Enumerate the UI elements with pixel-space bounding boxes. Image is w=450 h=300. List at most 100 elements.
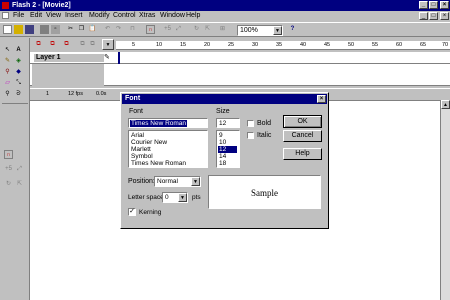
maximize-button[interactable]: □ xyxy=(429,1,438,9)
size-list[interactable]: 9 10 12 14 18 xyxy=(216,130,240,168)
lasso-tool-icon[interactable]: ᘐ xyxy=(14,90,23,99)
menu-view[interactable]: View xyxy=(46,11,61,21)
list-item[interactable]: 18 xyxy=(219,160,226,167)
brush-tool-icon[interactable]: ⚲ xyxy=(3,68,12,77)
list-item[interactable]: Arial xyxy=(131,132,144,139)
snap-magnet-icon[interactable]: ∩ xyxy=(4,150,13,159)
open-folder-icon[interactable] xyxy=(14,25,23,34)
symbol-icon[interactable]: ⧉ xyxy=(48,40,57,49)
list-item-selected[interactable]: 12 xyxy=(218,146,237,153)
help-label: Help xyxy=(295,150,310,157)
smooth-modifier-icon[interactable]: +5 xyxy=(4,165,13,174)
help-button[interactable]: Help xyxy=(283,148,322,160)
document-icon[interactable] xyxy=(2,12,9,19)
zoom-tool-icon[interactable]: ⚲ xyxy=(3,90,12,99)
timeline-menu-button[interactable]: ▼ xyxy=(102,39,114,50)
magnet-icon[interactable]: ∩ xyxy=(146,25,155,34)
menu-help[interactable]: Help xyxy=(186,11,200,21)
undo-icon[interactable]: ↶ xyxy=(103,25,112,34)
align-icon[interactable]: ⊞ xyxy=(218,25,227,34)
dialog-close-button[interactable]: × xyxy=(317,95,326,103)
layer-name-column xyxy=(32,64,104,86)
palette-divider xyxy=(2,103,28,104)
cut-icon[interactable]: ✂ xyxy=(66,25,75,34)
size-input[interactable]: 12 xyxy=(216,118,240,128)
layer-icon[interactable]: ⧉ xyxy=(62,40,71,49)
straighten-modifier-icon[interactable]: ⤢ xyxy=(15,165,24,174)
list-item[interactable]: Symbol xyxy=(131,153,153,160)
kerning-checkbox[interactable]: ✓ xyxy=(128,208,136,216)
vertical-scrollbar[interactable]: ▲ xyxy=(440,100,450,300)
menu-insert[interactable]: Insert xyxy=(65,11,83,21)
paint-bucket-tool-icon[interactable]: ◆ xyxy=(14,68,23,77)
dropper-tool-icon[interactable]: ⤡ xyxy=(14,79,23,88)
elapsed-time: 0.0s xyxy=(96,91,107,97)
frame-icon[interactable]: ⧉ xyxy=(78,40,87,49)
pencil-tool-icon[interactable]: ✎ xyxy=(3,57,12,66)
straighten-icon[interactable]: ⤢ xyxy=(174,25,183,34)
save-icon[interactable] xyxy=(25,25,34,34)
position-select[interactable]: Normal ▼ xyxy=(154,176,201,187)
list-item[interactable]: 14 xyxy=(219,153,226,160)
arrow-tool-icon[interactable]: ↖ xyxy=(3,46,12,55)
ok-button[interactable]: OK xyxy=(283,115,322,128)
rotate-modifier-icon[interactable]: ↻ xyxy=(4,180,13,189)
chevron-down-icon[interactable]: ▼ xyxy=(273,26,282,35)
ruler-tick: 35 xyxy=(276,42,283,48)
menu-xtras[interactable]: Xtras xyxy=(139,11,155,21)
list-item[interactable]: Courier New xyxy=(131,139,167,146)
menu-modify[interactable]: Modify xyxy=(89,11,110,21)
ok-label: OK xyxy=(297,118,308,125)
playhead-marker[interactable] xyxy=(118,52,120,64)
copy-icon[interactable]: ❐ xyxy=(77,25,86,34)
italic-checkbox[interactable] xyxy=(247,132,254,139)
menu-window[interactable]: Window xyxy=(160,11,185,21)
keyframe-icon[interactable]: ⧉ xyxy=(88,40,97,49)
menu-control[interactable]: Control xyxy=(113,11,136,21)
font-list[interactable]: Arial Courier New Marlett Symbol Times N… xyxy=(128,130,208,168)
print-preview-icon[interactable]: ▫ xyxy=(51,25,60,34)
eraser-tool-icon[interactable]: ▱ xyxy=(3,79,12,88)
paste-icon[interactable]: 📋 xyxy=(88,25,97,34)
cancel-label: Cancel xyxy=(291,132,314,139)
new-file-icon[interactable] xyxy=(3,25,12,34)
ruler-tick: 15 xyxy=(180,42,187,48)
tool-palette: ↖ A ✎ ◈ ⚲ ◆ ▱ ⤡ ⚲ ᘐ ∩ +5 ⤢ ↻ ⇱ xyxy=(0,38,30,300)
minimize-button[interactable]: _ xyxy=(419,1,428,9)
close-button[interactable]: × xyxy=(440,1,449,9)
chevron-down-icon[interactable]: ▼ xyxy=(178,193,187,202)
smooth-icon[interactable]: +5 xyxy=(163,25,172,34)
help-pointer-icon[interactable]: ? xyxy=(288,25,297,34)
doc-restore-button[interactable]: □ xyxy=(429,12,438,20)
print-icon[interactable] xyxy=(40,25,49,34)
menu-edit[interactable]: Edit xyxy=(30,11,42,21)
zoom-select[interactable]: 100% ▼ xyxy=(237,25,283,36)
size-label: Size xyxy=(216,108,230,115)
list-item[interactable]: 9 xyxy=(219,132,223,139)
font-name-input[interactable]: Times New Roman xyxy=(128,118,208,128)
list-item[interactable]: 10 xyxy=(219,139,226,146)
list-item[interactable]: Times New Roman xyxy=(131,160,186,167)
list-item[interactable]: Marlett xyxy=(131,146,151,153)
layer-name[interactable]: Layer 1 xyxy=(34,54,104,62)
cancel-button[interactable]: Cancel xyxy=(283,130,322,142)
doc-minimize-button[interactable]: _ xyxy=(419,12,428,20)
text-tool-icon[interactable]: A xyxy=(14,46,23,55)
redo-icon[interactable]: ↷ xyxy=(114,25,123,34)
ink-bottle-tool-icon[interactable]: ◈ xyxy=(14,57,23,66)
main-toolbar: ▫ ✂ ❐ 📋 ↶ ↷ ⊓ ∩ +5 ⤢ ↻ ⇱ ⊞ 100% ▼ ? xyxy=(0,22,450,37)
letter-space-input[interactable]: 0 ▼ xyxy=(162,192,188,203)
pencil-icon[interactable]: ✎ xyxy=(104,53,110,61)
scene-icon[interactable]: ⧉ xyxy=(34,40,43,49)
onion-skin-icon[interactable]: ⊓ xyxy=(128,25,137,34)
layer-row[interactable]: Layer 1 ✎ xyxy=(30,52,450,64)
rotate-icon[interactable]: ↻ xyxy=(192,25,201,34)
chevron-down-icon[interactable]: ▼ xyxy=(191,177,200,186)
doc-close-button[interactable]: × xyxy=(440,12,449,20)
menu-file[interactable]: File xyxy=(13,11,24,21)
scale-icon[interactable]: ⇱ xyxy=(203,25,212,34)
scroll-up-button[interactable]: ▲ xyxy=(441,100,450,109)
bold-label: Bold xyxy=(257,120,272,127)
scale-modifier-icon[interactable]: ⇱ xyxy=(15,180,24,189)
bold-checkbox[interactable] xyxy=(247,120,254,127)
